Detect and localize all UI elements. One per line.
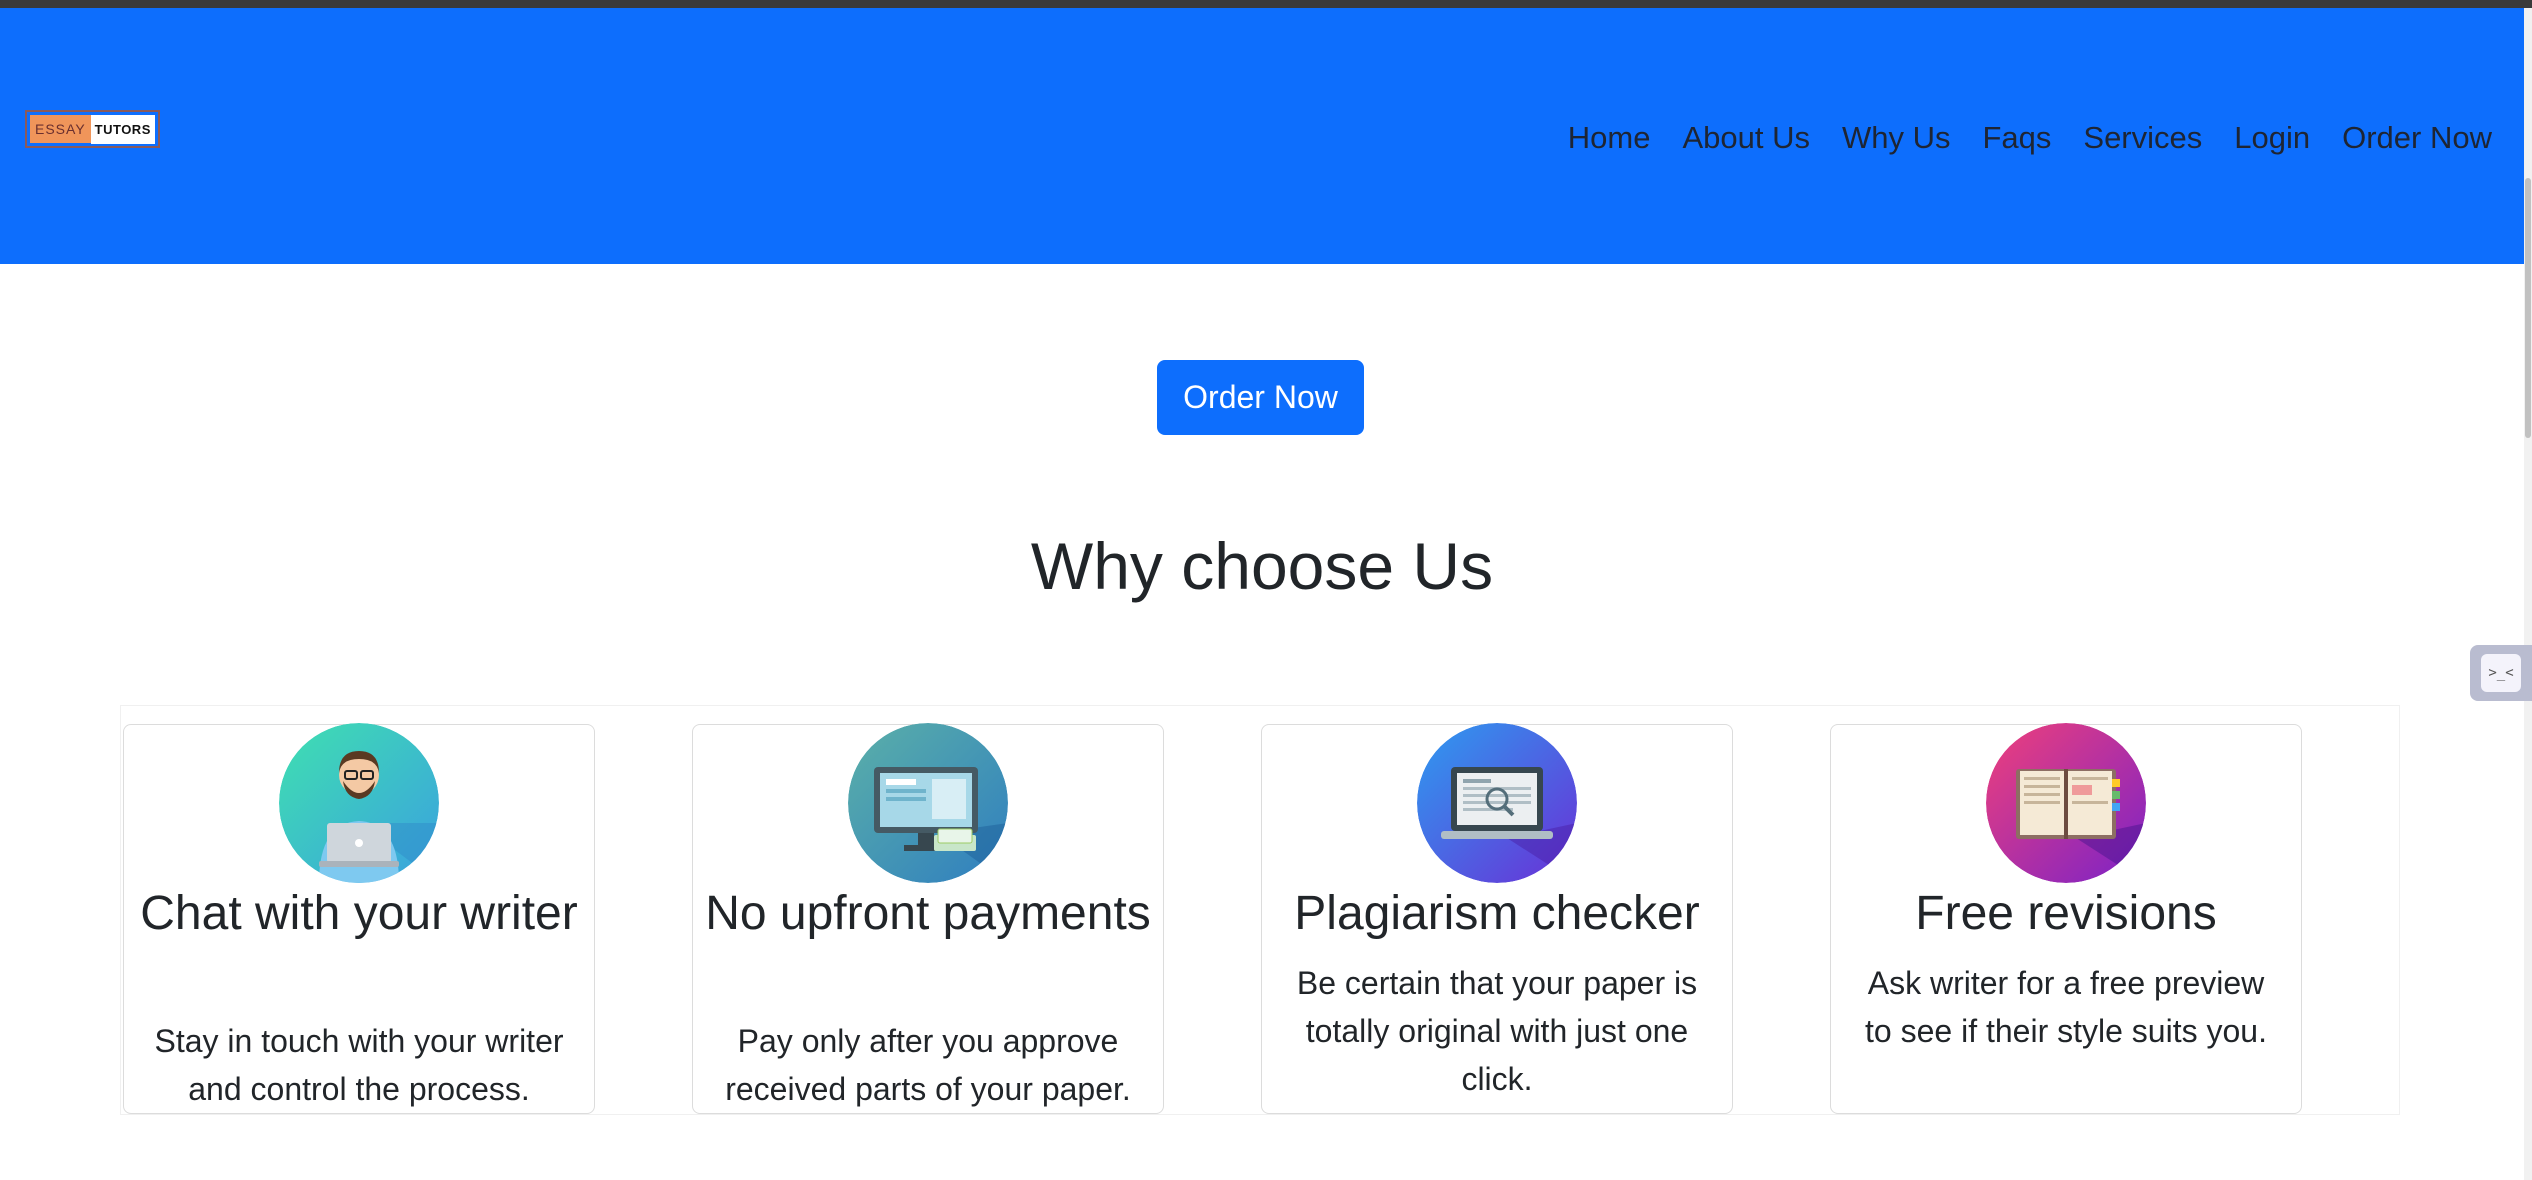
feature-text: Pay only after you approve received part…	[725, 1023, 1131, 1107]
main-nav: Home About Us Why Us Faqs Services Login…	[1552, 116, 2508, 160]
nav-about-us[interactable]: About Us	[1666, 116, 1826, 160]
logo-tutors: TUTORS	[90, 114, 155, 144]
scrollbar-thumb[interactable]	[2525, 178, 2531, 438]
page-scrollbar[interactable]	[2524, 8, 2532, 1180]
feature-title: Free revisions	[1915, 887, 2217, 940]
browser-top-strip	[0, 0, 2532, 8]
nav-why-us[interactable]: Why Us	[1826, 116, 1967, 160]
feature-text: Stay in touch with your writer and contr…	[154, 1023, 564, 1107]
feature-title: Chat with your writer	[140, 887, 578, 940]
feature-card-plagiarism: Plagiarism checker Be certain that your …	[1261, 723, 1733, 1114]
feature-card-chat: Chat with your writer Stay in touch with…	[123, 723, 595, 1114]
feature-card-revisions: Free revisions Ask writer for a free pre…	[1830, 723, 2302, 1114]
nav-login[interactable]: Login	[2218, 116, 2326, 160]
nav-order-now[interactable]: Order Now	[2326, 116, 2508, 160]
laptop-magnifier-icon	[1417, 723, 1577, 883]
monitor-payment-icon	[848, 723, 1008, 883]
writer-laptop-icon	[279, 723, 439, 883]
nav-services[interactable]: Services	[2067, 116, 2218, 160]
open-book-icon	[1986, 723, 2146, 883]
feature-title: No upfront payments	[705, 887, 1151, 940]
chat-widget-button[interactable]: >_<	[2470, 645, 2532, 701]
logo-essay: ESSAY	[30, 115, 91, 143]
nav-faqs[interactable]: Faqs	[1966, 116, 2067, 160]
chat-face-icon: >_<	[2481, 654, 2521, 692]
feature-card-payments: No upfront payments Pay only after you a…	[692, 723, 1164, 1114]
site-logo[interactable]: ESSAY TUTORS	[25, 110, 160, 148]
feature-text: Ask writer for a free preview to see if …	[1865, 965, 2267, 1049]
nav-home[interactable]: Home	[1552, 116, 1667, 160]
feature-text: Be certain that your paper is totally or…	[1296, 965, 1698, 1097]
why-choose-us-title: Why choose Us	[1030, 529, 1494, 603]
order-now-button[interactable]: Order Now	[1157, 360, 1364, 435]
navbar: ESSAY TUTORS Home About Us Why Us Faqs S…	[0, 8, 2524, 264]
feature-title: Plagiarism checker	[1294, 887, 1700, 940]
